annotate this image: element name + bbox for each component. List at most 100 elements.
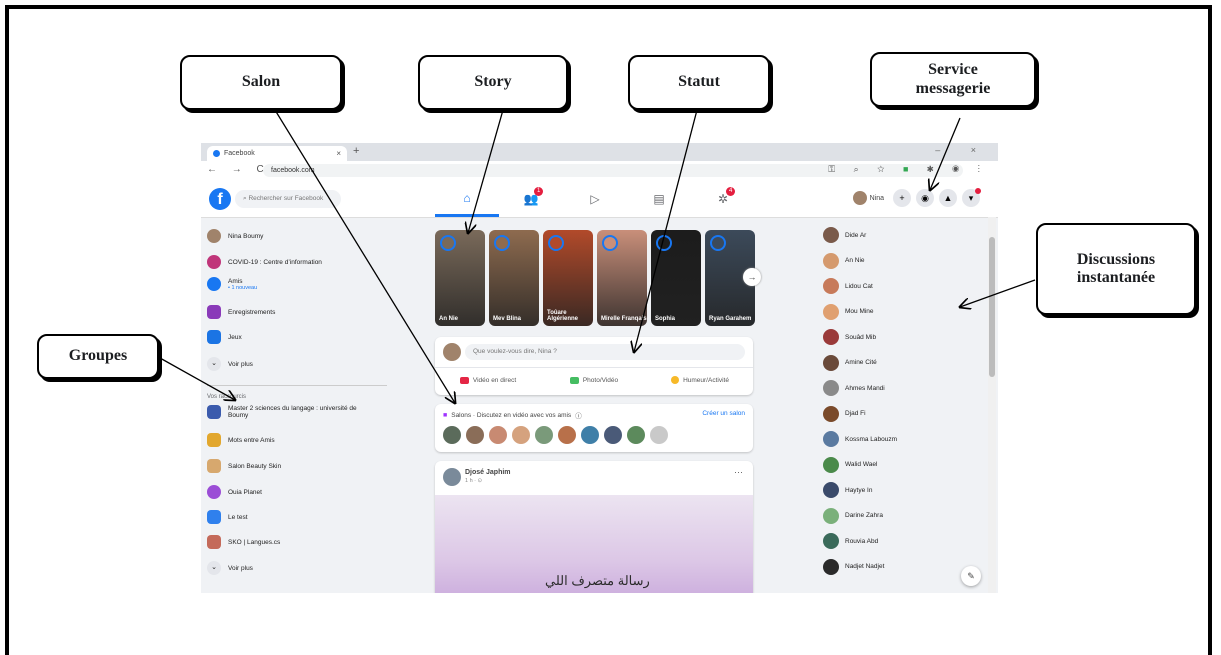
- group-label: Salon Beauty Skin: [228, 462, 282, 470]
- contact-item[interactable]: Ahmes Mandi: [823, 380, 885, 396]
- photo-video-button[interactable]: Photo/Vidéo: [541, 368, 647, 392]
- create-room-avatar[interactable]: [443, 426, 461, 444]
- new-tab-button[interactable]: +: [353, 145, 359, 157]
- group-item[interactable]: Ouia Planet: [207, 485, 262, 499]
- create-room-link[interactable]: Créer un salon: [702, 410, 745, 417]
- tab-close-icon[interactable]: ×: [336, 149, 341, 158]
- annotation-statut: Statut: [628, 55, 770, 110]
- nav-watch-icon[interactable]: ▷: [563, 181, 627, 217]
- nav-buttons[interactable]: ← → C: [207, 164, 270, 175]
- contact-item[interactable]: Haytye In: [823, 482, 872, 498]
- shortcuts-see-more[interactable]: ⌄ Voir plus: [207, 561, 253, 575]
- contact-item[interactable]: Amine Cité: [823, 354, 877, 371]
- contact-item[interactable]: Souâd Mib: [823, 329, 876, 345]
- header-right: Nina + ◉ ▲ ▾: [852, 188, 981, 207]
- contact-avatar: [823, 558, 839, 575]
- sidebar-item-covid[interactable]: COVID-19 : Centre d’information: [207, 255, 322, 269]
- sidebar-see-more[interactable]: ⌄ Voir plus: [207, 357, 253, 371]
- smiley-icon: [671, 376, 680, 384]
- nav-gaming-icon[interactable]: ✲ 4: [691, 181, 755, 217]
- contact-item[interactable]: Djad Fi: [823, 405, 866, 422]
- facebook-logo-icon[interactable]: f: [209, 188, 231, 210]
- notifications-icon[interactable]: ▲: [939, 189, 957, 207]
- group-avatar: [207, 405, 221, 419]
- contact-item[interactable]: Kossma Labouzm: [823, 431, 897, 447]
- contact-item[interactable]: Darine Zahra: [823, 507, 883, 524]
- contact-item[interactable]: Walid Wael: [823, 456, 877, 473]
- room-friend-avatar[interactable]: [627, 426, 645, 444]
- nav-friends-icon[interactable]: 👥 1: [499, 181, 563, 217]
- browser-toolbar-icons[interactable]: ⚿ ⌕ ☆ ■ ✱ ◉ ⋮: [828, 164, 988, 175]
- account-menu-icon[interactable]: ▾: [962, 188, 981, 207]
- story-avatar: [548, 235, 564, 251]
- profile-button[interactable]: Nina: [852, 191, 884, 205]
- post-image[interactable]: رسالة متصرف اللي: [435, 495, 753, 593]
- group-label: Le test: [228, 513, 248, 521]
- search-input[interactable]: ⌕ Rechercher sur Facebook: [235, 190, 341, 208]
- browser-tab[interactable]: Facebook ×: [207, 146, 347, 161]
- contact-item[interactable]: Lidou Cat: [823, 278, 873, 294]
- annotation-salon-label: Salon: [241, 73, 281, 91]
- status-composer: Que voulez-vous dire, Nina ? Vidéo en di…: [435, 337, 753, 395]
- room-friend-avatar[interactable]: [558, 426, 576, 444]
- story-name: Mev Blina: [493, 316, 522, 322]
- new-message-icon[interactable]: ✎: [961, 566, 981, 586]
- contact-item[interactable]: Rouvia Abd: [823, 533, 878, 549]
- contact-item[interactable]: Mou Mine: [823, 303, 874, 320]
- live-video-button[interactable]: Vidéo en direct: [435, 368, 541, 392]
- contact-item[interactable]: Nadjet Nadjet: [823, 558, 885, 575]
- scrollbar-thumb[interactable]: [989, 237, 995, 377]
- post-author-avatar[interactable]: [443, 468, 461, 486]
- rooms-title: Salons · Discutez en vidéo avec vos amis: [451, 411, 572, 419]
- contact-avatar: [823, 431, 839, 447]
- story-card[interactable]: An Nie: [435, 230, 485, 326]
- annotation-salon: Salon: [180, 55, 342, 110]
- contact-item[interactable]: An Nie: [823, 252, 865, 269]
- status-input[interactable]: Que voulez-vous dire, Nina ?: [465, 344, 745, 360]
- story-card[interactable]: Toûare Algérienne: [543, 230, 593, 326]
- story-card[interactable]: Sophia: [651, 230, 701, 326]
- room-friend-avatar[interactable]: [489, 426, 507, 444]
- story-avatar: [656, 235, 672, 251]
- contact-item[interactable]: Dide Ar: [823, 227, 866, 243]
- story-card[interactable]: Mirelle Franqais: [597, 230, 647, 326]
- post-more-icon[interactable]: ···: [734, 467, 743, 477]
- contact-name: Haytye In: [845, 486, 873, 494]
- contact-name: Djad Fi: [845, 410, 866, 417]
- group-item[interactable]: Mots entre Amis: [207, 433, 275, 447]
- facebook-favicon-icon: [213, 150, 220, 157]
- group-item[interactable]: SKO | Langues.cs: [207, 535, 280, 549]
- composer-action-label: Photo/Vidéo: [582, 376, 619, 384]
- sidebar-item-profile[interactable]: Nina Boumy: [207, 229, 263, 243]
- messenger-icon[interactable]: ◉: [916, 189, 934, 207]
- post-author[interactable]: Djosé Japhim: [465, 469, 511, 476]
- sidebar-item-friends[interactable]: Amis • 1 nouveau: [207, 277, 257, 291]
- sidebar-item-label: Nina Boumy: [228, 232, 264, 240]
- create-button[interactable]: +: [893, 189, 911, 207]
- sidebar-item-games[interactable]: Jeux: [207, 330, 242, 344]
- group-item[interactable]: Le test: [207, 510, 248, 524]
- rooms-avatars: [443, 426, 668, 444]
- story-card[interactable]: Mev Blina: [489, 230, 539, 326]
- feeling-activity-button[interactable]: Humeur/Activité: [647, 368, 753, 392]
- room-friend-avatar[interactable]: [581, 426, 599, 444]
- annotation-discussions: Discussions instantanée: [1036, 223, 1196, 315]
- group-item[interactable]: Master 2 sciences du langage : universit…: [207, 405, 358, 419]
- nav-marketplace-icon[interactable]: ▤: [627, 181, 691, 217]
- room-friend-avatar[interactable]: [650, 426, 668, 444]
- window-controls[interactable]: – ×: [935, 145, 990, 155]
- scrollbar[interactable]: [988, 217, 996, 593]
- room-friend-avatar[interactable]: [512, 426, 530, 444]
- contact-name: Nadjet Nadjet: [845, 563, 885, 570]
- extension-icon[interactable]: ■: [903, 164, 916, 174]
- story-avatar: [494, 235, 510, 251]
- stories-next-button[interactable]: →: [743, 268, 761, 286]
- room-friend-avatar[interactable]: [604, 426, 622, 444]
- group-item[interactable]: Salon Beauty Skin: [207, 459, 281, 473]
- room-friend-avatar[interactable]: [466, 426, 484, 444]
- info-icon[interactable]: ⓘ: [575, 410, 582, 420]
- sidebar-item-saved[interactable]: Enregistrements: [207, 305, 275, 319]
- room-friend-avatar[interactable]: [535, 426, 553, 444]
- nav-home-icon[interactable]: ⌂: [435, 181, 499, 217]
- post-text: رسالة متصرف اللي: [545, 573, 650, 588]
